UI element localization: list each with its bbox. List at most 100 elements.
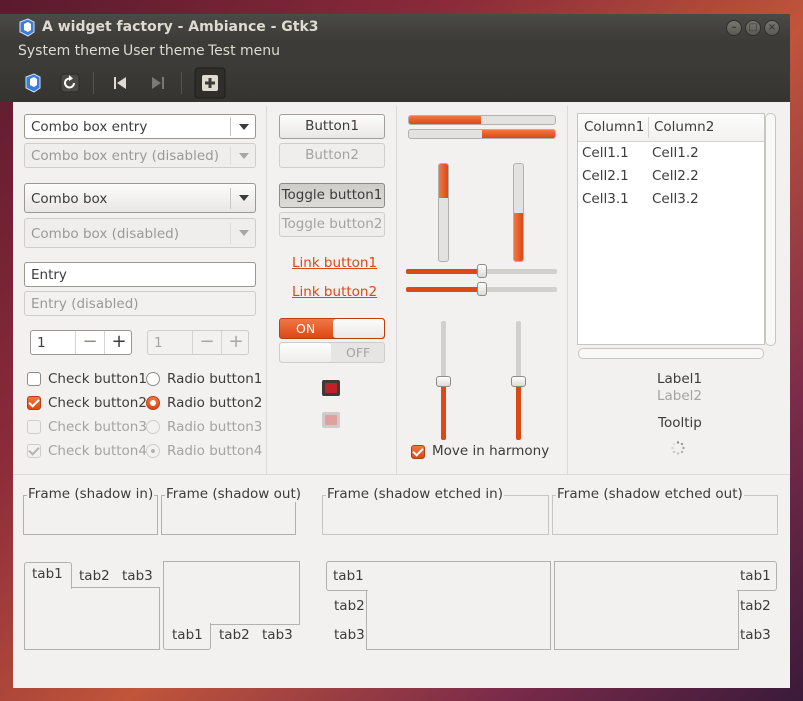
chevron-down-icon xyxy=(230,188,255,209)
tab1[interactable]: tab1 xyxy=(333,568,364,584)
menu-system-theme[interactable]: System theme xyxy=(18,43,120,59)
tab1[interactable]: tab1 xyxy=(32,566,63,582)
hscale1-handle[interactable] xyxy=(476,264,487,278)
check-button3-label: Check button3 xyxy=(48,419,147,435)
switch-on-label: ON xyxy=(296,321,316,336)
minus-icon[interactable]: − xyxy=(75,331,104,354)
radio-button1[interactable] xyxy=(146,372,160,386)
chevron-down-icon xyxy=(230,223,255,244)
toolbar xyxy=(0,64,790,102)
plus-icon: + xyxy=(221,331,250,354)
spin-button[interactable]: 1 − + xyxy=(30,330,132,355)
radio-button4-label: Radio button4 xyxy=(167,443,263,459)
column-separator xyxy=(266,106,267,474)
link-button2[interactable]: Link button2 xyxy=(292,284,377,300)
vertical-progress1 xyxy=(438,163,449,262)
column-header-2[interactable]: Column2 xyxy=(654,119,714,135)
hscale1-fill xyxy=(406,269,482,274)
chevron-down-icon[interactable] xyxy=(230,117,255,136)
minimize-icon: – xyxy=(731,22,737,33)
close-button[interactable]: × xyxy=(764,20,780,36)
notebook-right-page xyxy=(554,561,739,650)
vscale2[interactable] xyxy=(511,321,526,440)
notebook-top-page xyxy=(24,587,160,650)
plus-icon[interactable]: + xyxy=(104,331,133,354)
color-swatch xyxy=(325,383,337,393)
frame-shadow-in: Frame (shadow in) xyxy=(23,486,158,535)
move-in-harmony-check[interactable] xyxy=(411,445,425,459)
button1[interactable]: Button1 xyxy=(279,114,385,139)
spinner-icon xyxy=(671,441,685,455)
toggle-button2: Toggle button2 xyxy=(279,212,385,237)
tree-cell[interactable]: Cell2.2 xyxy=(652,168,699,184)
switch-off-label: OFF xyxy=(346,345,371,360)
button2: Button2 xyxy=(279,143,385,168)
title-bar[interactable]: A widget factory - Ambiance - Gtk3 – □ × xyxy=(0,14,790,42)
hscale2[interactable] xyxy=(406,282,557,296)
tooltip-label: Tooltip xyxy=(658,415,702,431)
frame-label: Frame (shadow in) xyxy=(27,486,155,502)
entry-field[interactable]: Entry xyxy=(24,262,256,287)
hscale2-handle[interactable] xyxy=(476,282,487,296)
tab3[interactable]: tab3 xyxy=(740,627,771,643)
tab2[interactable]: tab2 xyxy=(79,568,110,584)
tab1[interactable]: tab1 xyxy=(172,627,203,643)
vscale2-handle[interactable] xyxy=(511,375,526,387)
tab2[interactable]: tab2 xyxy=(334,598,365,614)
tab2[interactable]: tab2 xyxy=(740,598,771,614)
tree-cell[interactable]: Cell3.2 xyxy=(652,191,699,207)
column-header-1[interactable]: Column1 xyxy=(584,119,644,135)
notebook-bottom-page xyxy=(163,561,300,625)
color-button-disabled xyxy=(322,412,340,428)
switch-handle[interactable] xyxy=(333,319,384,338)
move-in-harmony-label: Move in harmony xyxy=(432,443,550,459)
switch-on[interactable]: ON xyxy=(279,318,385,339)
switch-off: OFF xyxy=(279,342,385,363)
color-button[interactable] xyxy=(322,380,340,396)
tree-cell[interactable]: Cell1.1 xyxy=(582,145,629,161)
hscale1[interactable] xyxy=(406,264,557,278)
tree-cell[interactable]: Cell3.1 xyxy=(582,191,629,207)
label1: Label1 xyxy=(657,371,703,387)
tab3[interactable]: tab3 xyxy=(262,627,293,643)
tree-view[interactable]: Column1 Column2 Cell1.1 Cell1.2 Cell2.1 … xyxy=(577,113,765,345)
gtk-logo-icon[interactable] xyxy=(19,69,47,97)
tab3[interactable]: tab3 xyxy=(122,568,153,584)
chevron-down-icon xyxy=(230,146,255,165)
menu-user-theme[interactable]: User theme xyxy=(123,43,205,59)
goto-first-icon[interactable] xyxy=(106,69,134,97)
tab2[interactable]: tab2 xyxy=(219,627,250,643)
check-button2[interactable] xyxy=(27,396,41,410)
minus-icon: − xyxy=(192,331,221,354)
vscale1-handle[interactable] xyxy=(436,375,451,387)
check-button3 xyxy=(27,420,41,434)
combo-box-entry[interactable]: Combo box entry xyxy=(24,114,256,139)
app-icon xyxy=(19,18,35,37)
check-button1[interactable] xyxy=(27,372,41,386)
radio-button1-label: Radio button1 xyxy=(167,371,263,387)
tree-cell[interactable]: Cell2.1 xyxy=(582,168,629,184)
add-icon[interactable] xyxy=(194,67,226,99)
tree-hscrollbar[interactable] xyxy=(578,348,764,359)
menu-test-menu[interactable]: Test menu xyxy=(208,43,280,59)
tree-vscrollbar[interactable] xyxy=(765,113,776,346)
link-button1[interactable]: Link button1 xyxy=(292,255,377,271)
minimize-button[interactable]: – xyxy=(726,20,742,36)
combo-box[interactable]: Combo box xyxy=(24,183,256,213)
radio-button2[interactable] xyxy=(146,396,160,410)
window-title: A widget factory - Ambiance - Gtk3 xyxy=(42,19,319,35)
tab3[interactable]: tab3 xyxy=(334,627,365,643)
combo-box-disabled-text: Combo box (disabled) xyxy=(31,226,180,242)
maximize-button[interactable]: □ xyxy=(745,20,761,36)
toggle-button1[interactable]: Toggle button1 xyxy=(279,183,385,208)
frame-shadow-out: Frame (shadow out) xyxy=(161,486,303,535)
vscale1[interactable] xyxy=(436,321,451,440)
refresh-icon[interactable] xyxy=(56,69,84,97)
tree-cell[interactable]: Cell1.2 xyxy=(652,145,699,161)
tab1[interactable]: tab1 xyxy=(740,568,771,584)
check-button4-label: Check button4 xyxy=(48,443,147,459)
check-button1-label: Check button1 xyxy=(48,371,147,387)
goto-last-icon[interactable] xyxy=(144,69,172,97)
check-button4 xyxy=(27,444,41,458)
spin-value: 1 xyxy=(37,335,46,351)
